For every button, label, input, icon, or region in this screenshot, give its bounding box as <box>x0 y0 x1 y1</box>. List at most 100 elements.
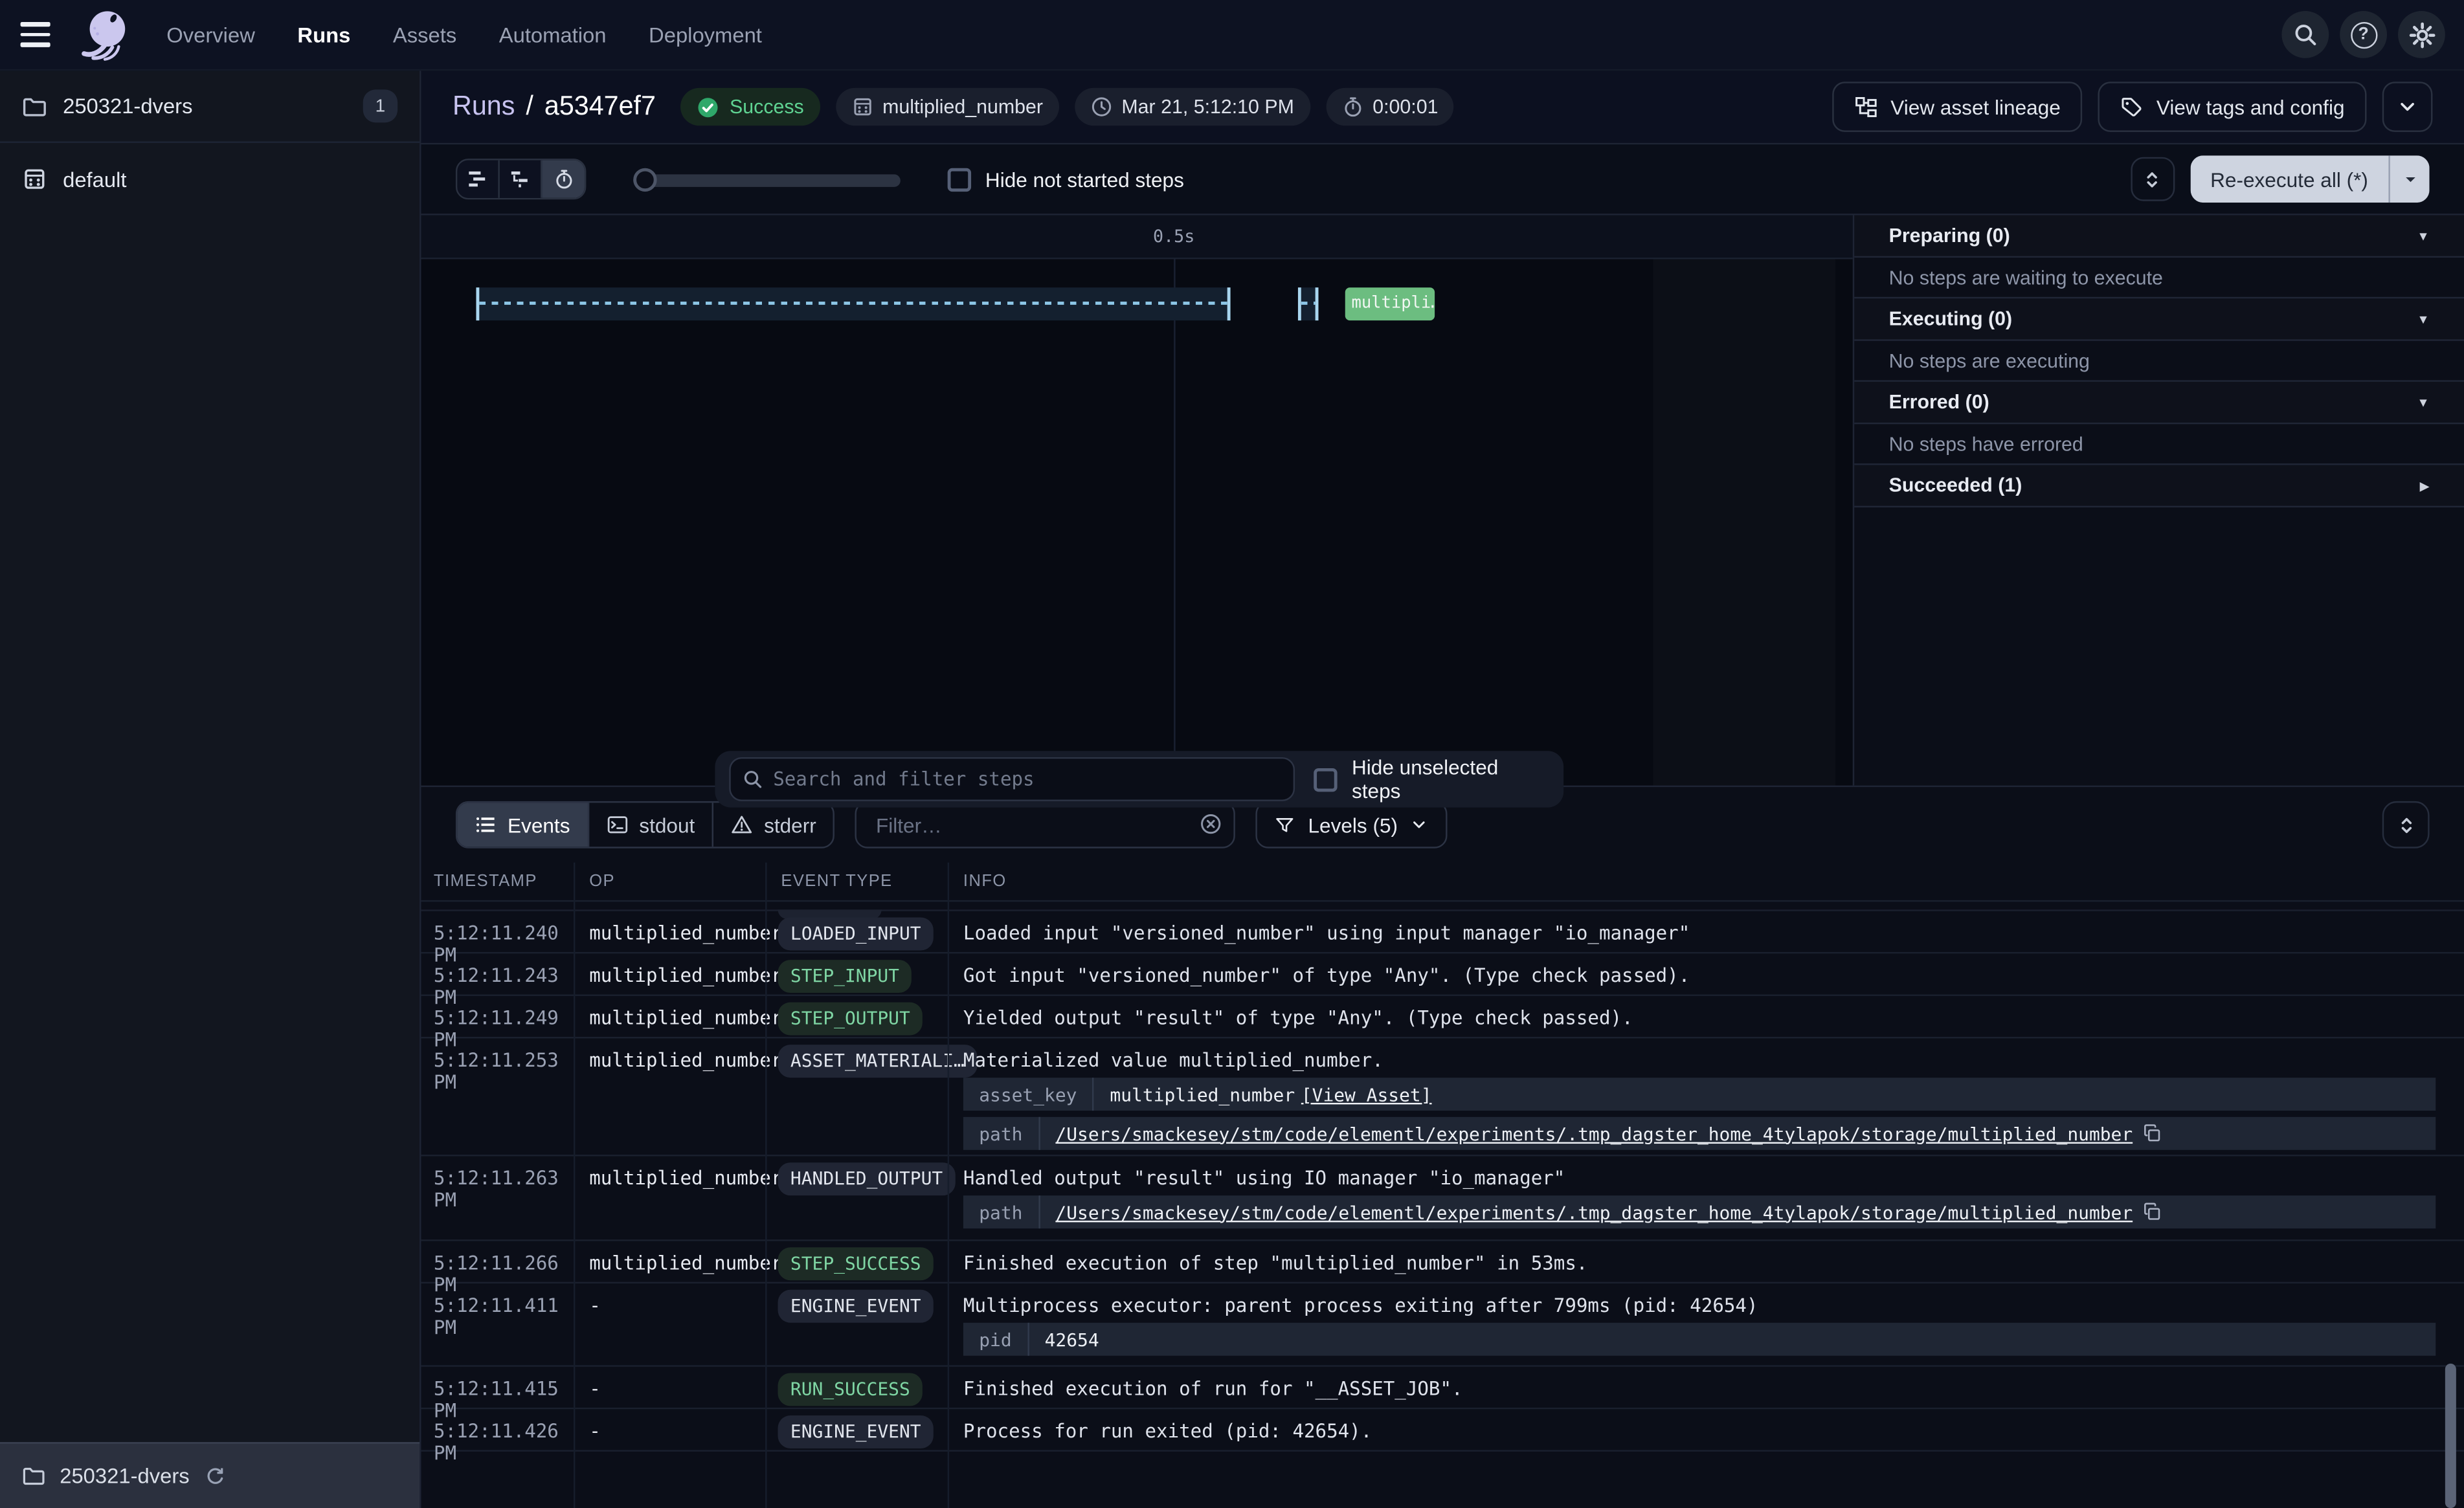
sidebar-footer[interactable]: 250321-dvers <box>0 1442 420 1508</box>
tab-stdout[interactable]: stdout <box>589 803 714 847</box>
refresh-icon[interactable] <box>203 1465 225 1487</box>
event-type-badge[interactable]: LOADED_INPUT <box>778 918 934 951</box>
event-type-badge[interactable]: STEP_INPUT <box>778 960 912 993</box>
expand-collapse-button[interactable] <box>2130 157 2174 201</box>
section-succeeded[interactable]: Succeeded (1) ▶ <box>1854 465 2464 507</box>
path-link[interactable]: /Users/smackesey/stm/code/elementl/exper… <box>1040 1201 2133 1223</box>
column-divider <box>765 863 767 1508</box>
col-timestamp: TIMESTAMP <box>421 872 574 891</box>
event-info: Yielded output "result" of type "Any". (… <box>963 996 2448 1029</box>
metadata-key: path <box>963 1195 1040 1228</box>
event-info: Process for run exited (pid: 42654). <box>963 1409 2448 1442</box>
section-errored[interactable]: Errored (0) ▼ <box>1854 382 2464 425</box>
view-asset-lineage-button[interactable]: View asset lineage <box>1832 82 2082 132</box>
event-op: - <box>574 1367 765 1408</box>
event-type-badge[interactable]: HANDLED_OUTPUT <box>778 1162 956 1195</box>
checkbox-box[interactable] <box>1314 768 1338 791</box>
event-row[interactable]: 5:12:11.266 PM multiplied_number STEP_SU… <box>421 1241 2464 1284</box>
hide-unselected-checkbox[interactable]: Hide unselected steps <box>1314 756 1549 803</box>
event-row[interactable]: 5:12:11.426 PM - ENGINE_EVENT Process fo… <box>421 1409 2464 1452</box>
reexecute-all-button[interactable]: Re-execute all (*) <box>2190 155 2389 203</box>
caret-down-icon: ▼ <box>2417 228 2429 243</box>
status-badge: Success <box>681 88 820 126</box>
event-op: - <box>574 1409 765 1450</box>
stopwatch-icon <box>552 168 574 190</box>
metadata-key: asset_key <box>963 1078 1094 1111</box>
event-type-badge[interactable]: ENGINE_EVENT <box>778 1415 934 1448</box>
metadata-key: path <box>963 1117 1040 1150</box>
sidebar-item-code-location[interactable]: 250321-dvers 1 <box>0 71 420 143</box>
copy-icon[interactable] <box>2142 1202 2163 1223</box>
nav-item-automation[interactable]: Automation <box>499 23 607 46</box>
run-duration: 0:00:01 <box>1325 88 1453 126</box>
top-nav: Overview Runs Assets Automation Deployme… <box>0 0 2464 71</box>
log-filter-input[interactable] <box>855 801 1235 848</box>
menu-icon[interactable] <box>19 21 53 49</box>
view-asset-link[interactable]: [View Asset] <box>1301 1083 1432 1105</box>
event-type-badge[interactable]: STEP_SUCCESS <box>778 1247 934 1280</box>
gantt-step-bar[interactable]: multipli… <box>1345 287 1435 320</box>
nav-item-assets[interactable]: Assets <box>393 23 456 46</box>
event-row[interactable]: 5:12:11.263 PM multiplied_number HANDLED… <box>421 1156 2464 1241</box>
breadcrumb-runs-link[interactable]: Runs <box>453 91 515 123</box>
settings-button[interactable] <box>2398 11 2445 58</box>
event-row[interactable]: 5:12:11.243 PM multiplied_number STEP_IN… <box>421 953 2464 996</box>
event-row[interactable]: 5:12:11.253 PM multiplied_number ASSET_M… <box>421 1038 2464 1156</box>
tab-stderr[interactable]: stderr <box>713 803 833 847</box>
tab-events[interactable]: Events <box>457 803 588 847</box>
gantt-planned-bar[interactable] <box>476 287 1230 320</box>
levels-dropdown[interactable]: Levels (5) <box>1256 801 1448 848</box>
metadata-key: pid <box>963 1323 1029 1356</box>
expand-events-button[interactable] <box>2382 801 2430 848</box>
left-sidebar: 250321-dvers 1 default 250321-dvers <box>0 71 421 1508</box>
path-link[interactable]: /Users/smackesey/stm/code/elementl/exper… <box>1040 1122 2133 1144</box>
view-tags-config-button[interactable]: View tags and config <box>2098 82 2366 132</box>
sidebar-item-default[interactable]: default <box>0 143 420 216</box>
asset-icon <box>851 96 873 118</box>
event-row[interactable]: 5:12:11.411 PM - ENGINE_EVENT Multiproce… <box>421 1283 2464 1367</box>
event-type-badge[interactable]: RUN_SUCCESS <box>778 1373 923 1406</box>
header-actions: View asset lineage View tags and config <box>1832 82 2432 132</box>
event-info: Handled output "result" using IO manager… <box>963 1156 2448 1189</box>
copy-icon[interactable] <box>2142 1124 2163 1144</box>
hide-not-started-checkbox[interactable]: Hide not started steps <box>948 168 1184 191</box>
step-search-input[interactable] <box>729 757 1295 801</box>
event-type-badge[interactable]: ENGINE_EVENT <box>778 1290 934 1323</box>
breadcrumb-separator: / <box>526 91 533 123</box>
metadata-value: multiplied_number <box>1094 1083 1301 1105</box>
list-icon <box>475 814 497 836</box>
gantt-planned-bar-small[interactable] <box>1298 287 1319 320</box>
view-waterfall-button[interactable] <box>500 161 543 198</box>
view-flat-button[interactable] <box>457 161 500 198</box>
log-filter-field <box>855 801 1235 848</box>
clear-filter-icon[interactable] <box>1200 812 1223 836</box>
help-button[interactable]: ? <box>2340 11 2387 58</box>
dagster-logo[interactable] <box>77 6 133 63</box>
header-more-button[interactable] <box>2382 82 2433 132</box>
column-divider <box>574 863 575 1508</box>
folder-icon <box>22 1464 45 1487</box>
zoom-slider[interactable] <box>633 168 901 191</box>
nav-item-runs[interactable]: Runs <box>297 23 350 46</box>
checkbox-box[interactable] <box>948 168 971 191</box>
asset-group-icon <box>22 166 47 192</box>
nav-item-deployment[interactable]: Deployment <box>649 23 762 46</box>
event-type-badge[interactable]: STEP_OUTPUT <box>778 1003 923 1036</box>
section-preparing[interactable]: Preparing (0) ▼ <box>1854 216 2464 258</box>
search-button[interactable] <box>2281 11 2329 58</box>
event-row[interactable]: 5:12:11.415 PM - RUN_SUCCESS Finished ex… <box>421 1367 2464 1410</box>
events-table-header: TIMESTAMP OP EVENT TYPE INFO <box>421 863 2464 902</box>
view-timed-button[interactable] <box>542 161 585 198</box>
asset-tag[interactable]: multiplied_number <box>835 88 1058 126</box>
slider-track[interactable] <box>633 173 901 186</box>
event-row[interactable]: 5:12:11.240 PM multiplied_number LOADED_… <box>421 911 2464 954</box>
section-executing[interactable]: Executing (0) ▼ <box>1854 298 2464 341</box>
nav-item-overview[interactable]: Overview <box>166 23 255 46</box>
reexecute-caret-button[interactable] <box>2388 155 2429 203</box>
event-row[interactable]: 5:12:11.249 PM multiplied_number STEP_OU… <box>421 996 2464 1039</box>
section-title: Errored (0) <box>1889 391 1989 413</box>
gantt-shaded-band <box>1653 260 1836 786</box>
slider-thumb[interactable] <box>633 168 656 191</box>
gantt-body: multipli… Hide unselected steps <box>421 260 1853 786</box>
vertical-scrollbar[interactable] <box>2445 1364 2456 1508</box>
